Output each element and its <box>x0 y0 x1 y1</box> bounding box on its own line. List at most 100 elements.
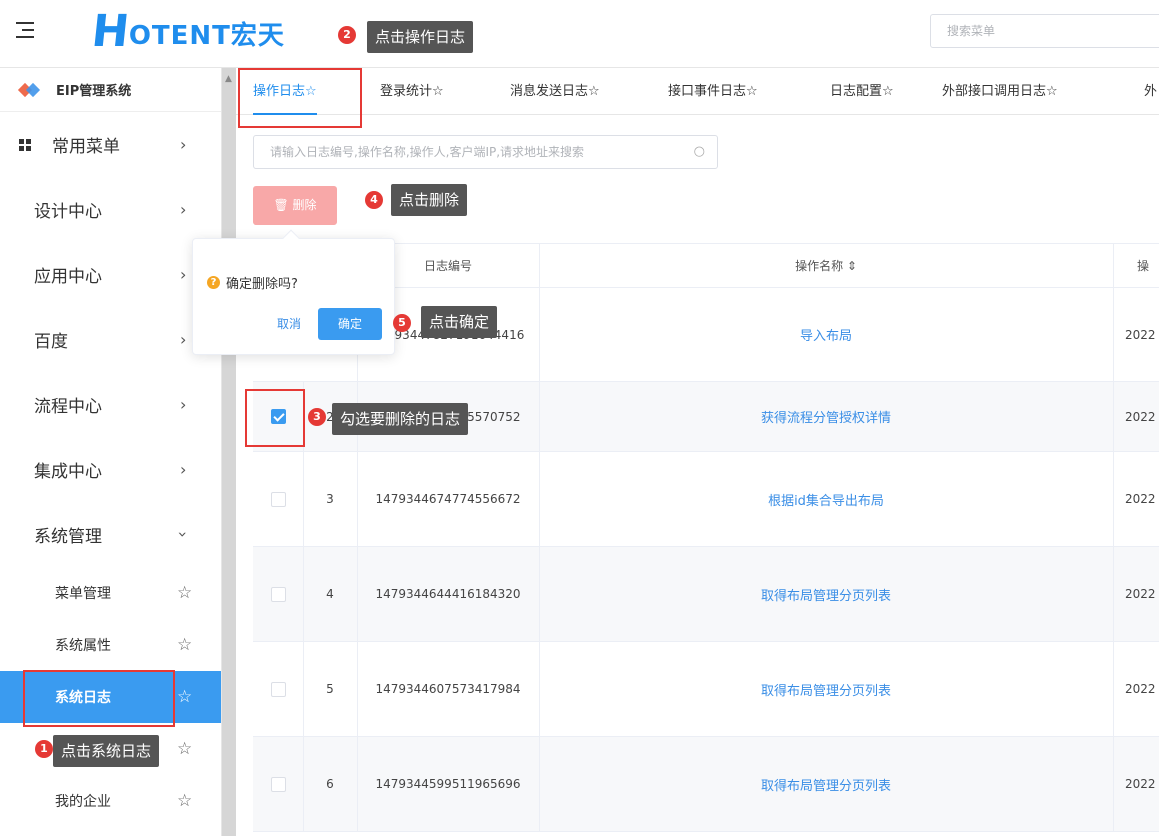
tab-message-log[interactable]: 消息发送日志☆ <box>510 68 600 115</box>
row-operation-name[interactable]: 获得流程分管授权详情 <box>539 382 1113 451</box>
sidebar-item-integration-center[interactable]: 集成中心 › <box>0 437 221 502</box>
sidebar-item-flow-center[interactable]: 流程中心 › <box>0 372 221 437</box>
logo-text: OTENT宏天 <box>128 21 285 51</box>
row-operation-name[interactable]: 导入布局 <box>539 288 1113 381</box>
search-icon[interactable]: ○ <box>694 136 705 168</box>
chevron-down-icon: › <box>173 531 193 538</box>
sidebar-item-baidu[interactable]: 百度 › <box>0 307 221 372</box>
system-logo-icon <box>17 82 44 97</box>
row-operation-name[interactable]: 根据id集合导出布局 <box>539 452 1113 546</box>
step-badge: 4 <box>365 191 383 209</box>
search-placeholder: 请输入日志编号,操作名称,操作人,客户端IP,请求地址来搜索 <box>270 145 585 159</box>
row-checkbox[interactable] <box>270 776 286 792</box>
row-operation-name[interactable]: 取得布局管理分页列表 <box>539 642 1113 736</box>
trash-icon: 🗑 <box>273 198 289 212</box>
row-time: 2022 <box>1125 409 1156 424</box>
star-icon[interactable]: ☆ <box>177 635 192 655</box>
row-checkbox[interactable] <box>270 586 286 602</box>
sidebar-item-label: 应用中心 <box>34 267 102 287</box>
sidebar-item-common-menu[interactable]: 常用菜单 › <box>0 112 221 177</box>
sidebar-item-system-management[interactable]: 系统管理 › <box>0 502 221 567</box>
chevron-right-icon: › <box>180 135 187 154</box>
step-tip: 点击删除 <box>391 184 468 216</box>
row-time: 2022 <box>1125 777 1156 791</box>
scroll-up-icon[interactable]: ▲ <box>225 74 233 84</box>
sidebar-scrollbar[interactable]: ▲ <box>222 68 236 836</box>
cancel-button[interactable]: 取消 <box>277 315 301 332</box>
tab-interface-event-log[interactable]: 接口事件日志☆ <box>668 68 758 115</box>
row-index: 6 <box>326 777 334 791</box>
star-icon[interactable]: ☆ <box>177 791 192 811</box>
row-time: 2022 <box>1125 327 1156 342</box>
menu-toggle-icon[interactable] <box>16 22 36 42</box>
row-index: 5 <box>326 682 334 696</box>
hotent-logo[interactable]: H OTENT宏天 <box>89 6 285 57</box>
sidebar-item-design-center[interactable]: 设计中心 › <box>0 177 221 242</box>
table-row[interactable]: 5 1479344607573417984 取得布局管理分页列表 2022 <box>253 642 1159 737</box>
row-log-id: 1479344644416184320 <box>375 587 521 601</box>
sidebar-item-label: 设计中心 <box>34 202 102 222</box>
row-index: 3 <box>326 492 334 506</box>
popover-arrow <box>282 229 300 247</box>
star-icon[interactable]: ☆ <box>177 583 192 603</box>
row-checkbox[interactable] <box>270 491 286 507</box>
sidebar-subitem-my-enterprise[interactable]: 我的企业 ☆ <box>0 775 221 827</box>
sidebar-item-label: 流程中心 <box>34 397 102 417</box>
row-operation-name[interactable]: 取得布局管理分页列表 <box>539 737 1113 831</box>
delete-button[interactable]: 🗑 删除 <box>253 186 337 225</box>
row-time: 2022 <box>1125 492 1156 506</box>
confirm-button[interactable]: 确定 <box>318 308 382 340</box>
sidebar-item-label: 百度 <box>34 332 68 352</box>
star-icon[interactable]: ☆ <box>177 687 192 707</box>
chevron-right-icon: › <box>180 200 187 219</box>
sidebar-item-label: 常用菜单 <box>52 137 120 157</box>
step-badge: 2 <box>338 26 356 44</box>
chevron-right-icon: › <box>180 330 187 349</box>
table-row[interactable]: 6 1479344599511965696 取得布局管理分页列表 2022 <box>253 737 1159 832</box>
step-tip: 点击操作日志 <box>367 21 474 53</box>
log-search-input[interactable]: 请输入日志编号,操作名称,操作人,客户端IP,请求地址来搜索 ○ <box>253 135 718 169</box>
confirm-question-text: 确定删除吗? <box>226 277 298 292</box>
tab-external-call-log[interactable]: 外部接口调用日志☆ <box>942 68 1058 115</box>
tab-login-stats[interactable]: 登录统计☆ <box>380 68 444 115</box>
column-header-truncated: 操 <box>1137 259 1150 273</box>
chevron-right-icon: › <box>180 395 187 414</box>
sidebar-subitem-label: 我的企业 <box>55 794 111 810</box>
row-index: 4 <box>326 587 334 601</box>
system-name: EIP管理系统 <box>56 84 132 99</box>
confirm-question: ? 确定删除吗? <box>207 273 298 292</box>
sidebar-subitem-menu-management[interactable]: 菜单管理 ☆ <box>0 567 221 619</box>
row-checkbox[interactable] <box>270 681 286 697</box>
sidebar-item-label: 集成中心 <box>34 462 102 482</box>
row-log-id: 1479344599511965696 <box>375 777 521 791</box>
sidebar-item-app-center[interactable]: 应用中心 › <box>0 242 221 307</box>
sidebar-subitem-system-properties[interactable]: 系统属性 ☆ <box>0 619 221 671</box>
highlight-box-system-log <box>23 670 175 727</box>
highlight-box-checkbox <box>245 389 305 447</box>
log-tabs: 操作日志☆ 登录统计☆ 消息发送日志☆ 接口事件日志☆ 日志配置☆ 外部接口调用… <box>236 68 1159 115</box>
tab-log-config[interactable]: 日志配置☆ <box>830 68 894 115</box>
step-tip: 勾选要删除的日志 <box>332 403 469 435</box>
step-tip: 点击系统日志 <box>53 735 160 767</box>
sidebar-subitem-label: 系统属性 <box>55 638 111 654</box>
step-badge: 3 <box>308 408 326 426</box>
step-tip: 点击确定 <box>421 306 498 338</box>
star-icon[interactable]: ☆ <box>177 739 192 759</box>
row-time: 2022 <box>1125 682 1156 696</box>
grid-icon <box>19 138 31 151</box>
delete-label: 删除 <box>292 198 317 212</box>
tab-more[interactable]: 外 <box>1144 68 1157 115</box>
top-header: H OTENT宏天 搜索菜单 <box>0 0 1159 68</box>
chevron-right-icon: › <box>180 265 187 284</box>
menu-search-input[interactable]: 搜索菜单 <box>930 14 1159 48</box>
sidebar-subitem-label: 菜单管理 <box>55 586 111 602</box>
table-row[interactable]: 4 1479344644416184320 取得布局管理分页列表 2022 <box>253 547 1159 642</box>
system-title: EIP管理系统 <box>0 68 221 112</box>
column-header-operation-name[interactable]: 操作名称 ⇕ <box>539 244 1113 288</box>
row-operation-name[interactable]: 取得布局管理分页列表 <box>539 547 1113 641</box>
table-row[interactable]: 3 1479344674774556672 根据id集合导出布局 2022 <box>253 452 1159 547</box>
highlight-box-tab <box>238 68 362 128</box>
question-icon: ? <box>207 276 220 289</box>
step-badge: 1 <box>35 740 53 758</box>
sidebar-item-label: 系统管理 <box>34 527 102 547</box>
